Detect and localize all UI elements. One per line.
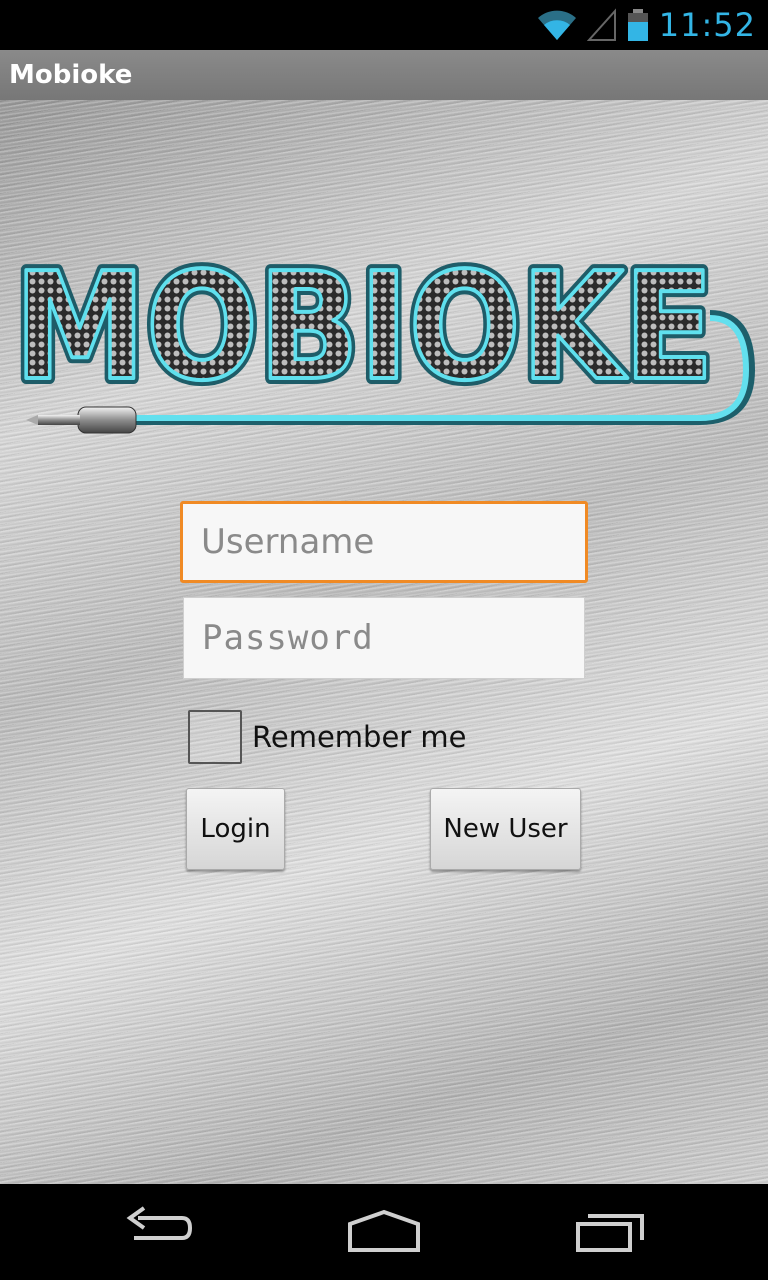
mobioke-logo: MOBIOKE MOBIOKE [10, 250, 756, 434]
remember-me-row[interactable]: Remember me [188, 710, 467, 764]
navigation-bar [0, 1184, 768, 1280]
wifi-icon [537, 10, 576, 40]
status-icons: 11:52 [537, 0, 756, 50]
status-bar: 11:52 [0, 0, 768, 50]
remember-me-label: Remember me [252, 720, 467, 754]
remember-me-checkbox[interactable] [188, 710, 242, 764]
recent-apps-icon[interactable] [574, 1204, 648, 1254]
svg-text:MOBIOKE: MOBIOKE [14, 250, 714, 413]
battery-icon [627, 9, 648, 41]
login-screen: MOBIOKE MOBIOKE Remember me Login New Us… [0, 100, 768, 1184]
password-input[interactable] [183, 597, 585, 679]
status-clock: 11:52 [658, 6, 756, 44]
home-icon[interactable] [346, 1204, 422, 1254]
app-title: Mobioke [9, 60, 133, 90]
signal-icon [586, 8, 616, 41]
new-user-button[interactable]: New User [430, 788, 581, 870]
action-bar: Mobioke [0, 50, 768, 100]
back-icon[interactable] [124, 1204, 196, 1254]
username-input[interactable] [180, 501, 588, 583]
login-button[interactable]: Login [186, 788, 285, 870]
